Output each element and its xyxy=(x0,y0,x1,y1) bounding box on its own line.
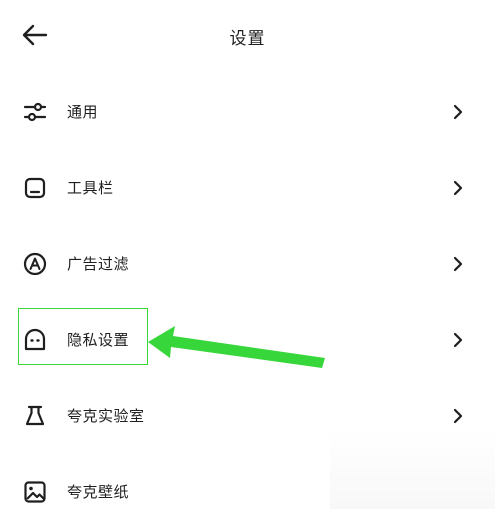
settings-item-general[interactable]: 通用 xyxy=(0,82,495,142)
chevron-right-icon xyxy=(453,180,463,196)
page-title: 设置 xyxy=(229,29,266,49)
annotation-arrow-icon xyxy=(148,326,325,368)
settings-item-label: 夸克实验室 xyxy=(67,407,145,425)
highlight-box xyxy=(18,308,148,365)
settings-item-toolbar[interactable]: 工具栏 xyxy=(0,158,495,218)
settings-item-label: 通用 xyxy=(67,103,99,121)
chevron-right-icon xyxy=(453,332,463,348)
chevron-right-icon xyxy=(453,256,463,272)
settings-item-label: 夸克壁纸 xyxy=(67,483,130,501)
bottom-fade xyxy=(330,430,495,509)
wallpaper-icon xyxy=(24,481,46,503)
sliders-icon xyxy=(23,102,47,122)
header-bar: 设置 xyxy=(0,0,495,70)
chevron-right-icon xyxy=(453,408,463,424)
ad-filter-icon xyxy=(23,252,47,276)
toolbar-icon xyxy=(24,177,46,199)
chevron-right-icon xyxy=(453,104,463,120)
settings-item-ad-filter[interactable]: 广告过滤 xyxy=(0,234,495,294)
settings-item-label: 工具栏 xyxy=(67,179,114,197)
settings-item-label: 广告过滤 xyxy=(67,255,130,273)
flask-icon xyxy=(25,405,45,426)
